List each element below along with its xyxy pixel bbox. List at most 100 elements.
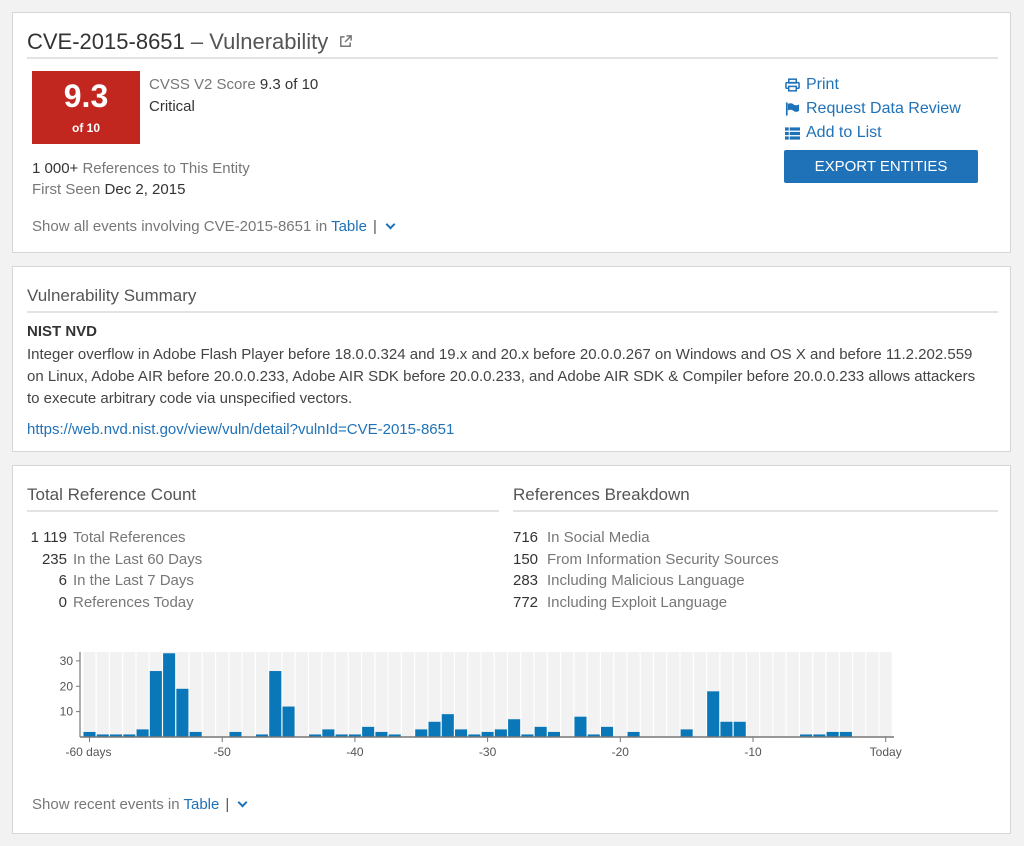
chart-column-stripe xyxy=(786,652,799,737)
total-reference-title: Total Reference Count xyxy=(27,482,499,512)
cvss-label: CVSS V2 Score xyxy=(149,76,256,93)
stat-label: From Information Security Sources xyxy=(547,550,779,568)
chart-bar xyxy=(839,731,852,737)
x-tick-label: -10 xyxy=(744,745,762,759)
request-data-review-action[interactable]: Request Data Review xyxy=(784,97,961,121)
total-reference-stats: 1 119 Total References 235 In the Last 60 … xyxy=(27,527,203,614)
export-entities-button[interactable]: EXPORT ENTITIES xyxy=(784,150,978,183)
chart-bar xyxy=(322,729,335,737)
stat-row: 772 Including Exploit Language xyxy=(513,592,779,614)
references-panel: Total Reference Count References Breakdo… xyxy=(12,465,1011,834)
chart-bar xyxy=(733,721,746,737)
chart-column-stripe xyxy=(388,652,401,737)
title-dash: – xyxy=(184,29,210,54)
chart-bar xyxy=(508,719,521,737)
chevron-down-icon[interactable] xyxy=(385,219,396,230)
stat-value: 0 xyxy=(58,594,67,612)
stat-label: Including Exploit Language xyxy=(547,594,728,612)
show-all-text: Show all events involving CVE-2015-8651 … xyxy=(32,218,328,235)
reference-label: References to This Entity xyxy=(82,160,250,177)
chart-column-stripe xyxy=(481,652,494,737)
chart-bar xyxy=(534,726,547,737)
stat-value: 772 xyxy=(513,594,539,612)
show-recent-text: Show recent events in xyxy=(32,796,180,813)
y-tick-label: 30 xyxy=(60,654,74,668)
summary-source: NIST NVD xyxy=(27,323,98,340)
chart-column-stripe xyxy=(216,652,229,737)
stat-label: In Social Media xyxy=(547,529,650,546)
risk-score-badge: 9.3 of 10 xyxy=(32,71,140,144)
chart-column-stripe xyxy=(415,652,428,737)
separator: | xyxy=(372,218,377,235)
flag-icon xyxy=(784,102,800,116)
x-tick-label: -20 xyxy=(612,745,630,759)
chart-column-stripe xyxy=(255,652,269,737)
chart-bar xyxy=(574,716,587,737)
x-tick-label: -60 days xyxy=(66,745,112,759)
separator: | xyxy=(225,796,230,813)
chart-column-stripe xyxy=(746,652,760,737)
stat-row: 0 References Today xyxy=(27,592,202,614)
external-link-icon[interactable] xyxy=(338,32,353,58)
chart-bar xyxy=(600,726,614,737)
chart-column-stripe xyxy=(773,652,786,737)
actions-list: Print Request Data Review Add to List xyxy=(784,73,961,145)
chart-column-stripe xyxy=(600,652,614,737)
vulnerability-summary-panel: Vulnerability Summary NIST NVD Integer o… xyxy=(12,266,1011,452)
stat-row: 716 In Social Media xyxy=(513,527,779,549)
chart-column-stripe xyxy=(800,652,813,737)
chart-column-stripe xyxy=(348,652,361,737)
cvss-value: 9.3 of 10 xyxy=(259,76,319,93)
chevron-down-icon[interactable] xyxy=(237,797,248,808)
summary-title: Vulnerability Summary xyxy=(27,283,998,313)
chart-column-stripe xyxy=(654,652,667,737)
chart-bar xyxy=(136,729,149,737)
add-to-list-action[interactable]: Add to List xyxy=(784,121,961,145)
add-to-list-label: Add to List xyxy=(806,124,882,141)
nvd-link[interactable]: https://web.nvd.nist.gov/view/vuln/detai… xyxy=(27,421,454,438)
chart-column-stripe xyxy=(839,652,852,737)
chart-column-stripe xyxy=(335,652,348,737)
show-recent-events: Show recent events in Table | xyxy=(32,796,248,813)
chart-column-stripe xyxy=(614,652,627,737)
chart-column-stripe xyxy=(534,652,547,737)
risk-score-value: 9.3 xyxy=(63,78,109,114)
chart-column-stripe xyxy=(375,652,388,737)
chart-column-stripe xyxy=(468,652,481,737)
stat-row: 6 In the Last 7 Days xyxy=(27,570,202,592)
stat-label: References Today xyxy=(73,594,194,612)
chart-column-stripe xyxy=(826,652,839,737)
show-all-table-link[interactable]: Table xyxy=(331,218,367,235)
chart-bar xyxy=(826,731,839,737)
chart-column-stripe xyxy=(866,652,879,737)
print-icon xyxy=(784,78,800,92)
chart-bar xyxy=(415,729,428,737)
print-label: Print xyxy=(806,76,839,93)
chart-bar xyxy=(707,691,720,737)
entity-type: Vulnerability xyxy=(209,29,329,54)
chart-bar xyxy=(282,706,295,737)
chart-bar xyxy=(375,731,388,737)
chart-column-stripe xyxy=(587,652,600,737)
chart-column-stripe xyxy=(362,652,375,737)
entity-header-panel: CVE-2015-8651 – Vulnerability 9.3 of 10 … xyxy=(12,12,1011,253)
risk-score-scale: of 10 xyxy=(71,121,100,135)
first-seen-label: First Seen xyxy=(32,181,101,198)
stat-label: In the Last 60 Days xyxy=(73,550,203,568)
chart-column-stripe xyxy=(229,652,242,737)
chart-bar xyxy=(481,731,494,737)
chart-column-stripe xyxy=(96,652,109,737)
breakdown-stats: 716 In Social Media 150 From Information S… xyxy=(513,527,779,614)
chart-column-stripe xyxy=(123,652,136,737)
stat-label: In the Last 7 Days xyxy=(73,572,194,590)
chart-bar xyxy=(494,729,507,737)
x-tick-label: -50 xyxy=(214,745,232,759)
show-recent-table-link[interactable]: Table xyxy=(184,796,220,813)
chart-bar xyxy=(627,731,640,737)
print-action[interactable]: Print xyxy=(784,73,961,97)
chart-column-stripe xyxy=(309,652,322,737)
list-icon xyxy=(784,126,800,140)
summary-description: Integer overflow in Adobe Flash Player b… xyxy=(27,346,976,407)
chart-bar xyxy=(189,731,202,737)
stat-row: 150 From Information Security Sources xyxy=(513,549,779,571)
